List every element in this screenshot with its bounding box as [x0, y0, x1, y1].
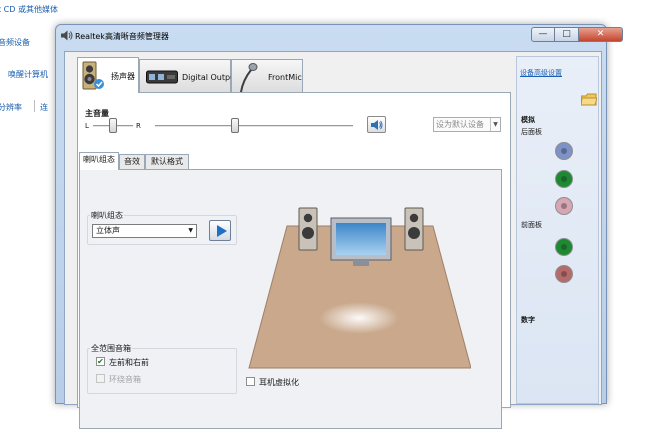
speaker-room-illustration: [248, 207, 471, 369]
bg-link-resolution[interactable]: 分辨率: [0, 102, 22, 113]
back-panel-label: 后面板: [521, 128, 542, 136]
connector-panel: 设备高级设置 模拟 后面板 前面板 数字: [516, 56, 599, 404]
surround-checkbox: [96, 374, 105, 383]
tab-sound-effects[interactable]: 音效: [119, 154, 145, 170]
tab-speakers-label: 扬声器: [111, 72, 135, 81]
window-title: Realtek高清晰音频管理器: [75, 32, 169, 41]
analog-label: 模拟: [521, 116, 535, 124]
client-area: 扬声器 Digital Output FrontMic 主音量 L R 设为默认…: [64, 51, 602, 429]
back-blue-jack[interactable]: [555, 142, 573, 160]
front-left-speaker: [298, 207, 318, 251]
back-pink-jack[interactable]: [555, 197, 573, 215]
digital-output-icon: [146, 70, 178, 84]
maximize-button[interactable]: □: [555, 27, 579, 42]
title-bar[interactable]: Realtek高清晰音频管理器 — □ ✕: [56, 25, 623, 47]
front-right-speaker: [404, 207, 424, 251]
bg-link-audio-devices[interactable]: 音频设备: [0, 37, 30, 48]
fullrange-label: 全范围音箱: [90, 343, 132, 354]
volume-track[interactable]: [155, 125, 353, 127]
front-pink-jack[interactable]: [555, 265, 573, 283]
realtek-window: Realtek高清晰音频管理器 — □ ✕ 扬声器 Digital Output…: [55, 24, 623, 429]
front-green-jack[interactable]: [555, 238, 573, 256]
front-lr-checkbox[interactable]: ✔: [96, 357, 105, 366]
mute-button[interactable]: [367, 116, 386, 133]
tab-default-format[interactable]: 默认格式: [145, 154, 189, 170]
headphone-virtualization-label: 耳机虚拟化: [259, 378, 299, 387]
minimize-button[interactable]: —: [531, 27, 555, 42]
play-icon: [217, 225, 227, 237]
speaker-device-icon: [82, 61, 104, 90]
tab-speaker-config[interactable]: 喇叭组态: [79, 152, 119, 170]
chevron-down-icon: ▼: [188, 227, 193, 234]
default-device-dropdown[interactable]: 设为默认设备 ▼: [433, 117, 501, 132]
balance-left-label: L: [85, 122, 89, 130]
balance-thumb[interactable]: [109, 118, 117, 133]
speaker-config-value: 立体声: [96, 226, 120, 235]
headphone-virtualization-checkbox[interactable]: [246, 377, 255, 386]
tv-monitor: [330, 217, 392, 266]
sweet-spot: [319, 302, 399, 334]
bg-link-connect[interactable]: 连: [40, 102, 48, 113]
bg-link-cd-media[interactable]: t CD 或其他媒体: [0, 4, 58, 15]
digital-label: 数字: [521, 316, 535, 324]
volume-icon: [371, 120, 383, 130]
close-button[interactable]: ✕: [579, 27, 623, 42]
front-panel-label: 前面板: [521, 221, 542, 229]
tab-digital-output-label: Digital Output: [182, 73, 239, 82]
tab-speakers[interactable]: 扬声器: [77, 57, 139, 93]
speaker-config-select[interactable]: 立体声 ▼: [92, 224, 197, 238]
tab-digital-output[interactable]: Digital Output: [139, 59, 238, 93]
balance-right-label: R: [136, 122, 141, 130]
folder-icon[interactable]: [581, 93, 597, 106]
bg-separator: [34, 100, 35, 112]
default-device-label: 设为默认设备: [436, 120, 484, 129]
speaker-icon: [61, 30, 73, 41]
fullrange-group: [87, 348, 237, 394]
tab-frontmic-label: FrontMic: [268, 73, 302, 82]
tab-frontmic[interactable]: FrontMic: [231, 59, 303, 93]
speaker-config-label: 喇叭组态: [90, 210, 124, 221]
chevron-down-icon: ▼: [490, 118, 500, 131]
advanced-settings-link[interactable]: 设备高级设置: [520, 68, 562, 78]
front-lr-label: 左前和右前: [109, 358, 149, 367]
play-test-button[interactable]: [209, 220, 231, 241]
master-volume-label: 主音量: [85, 109, 109, 118]
volume-thumb[interactable]: [231, 118, 239, 133]
microphone-icon: [240, 63, 258, 93]
surround-label: 环绕音箱: [109, 375, 141, 384]
back-green-jack[interactable]: [555, 170, 573, 188]
bg-link-wake-computer[interactable]: 唤醒计算机: [8, 69, 48, 80]
